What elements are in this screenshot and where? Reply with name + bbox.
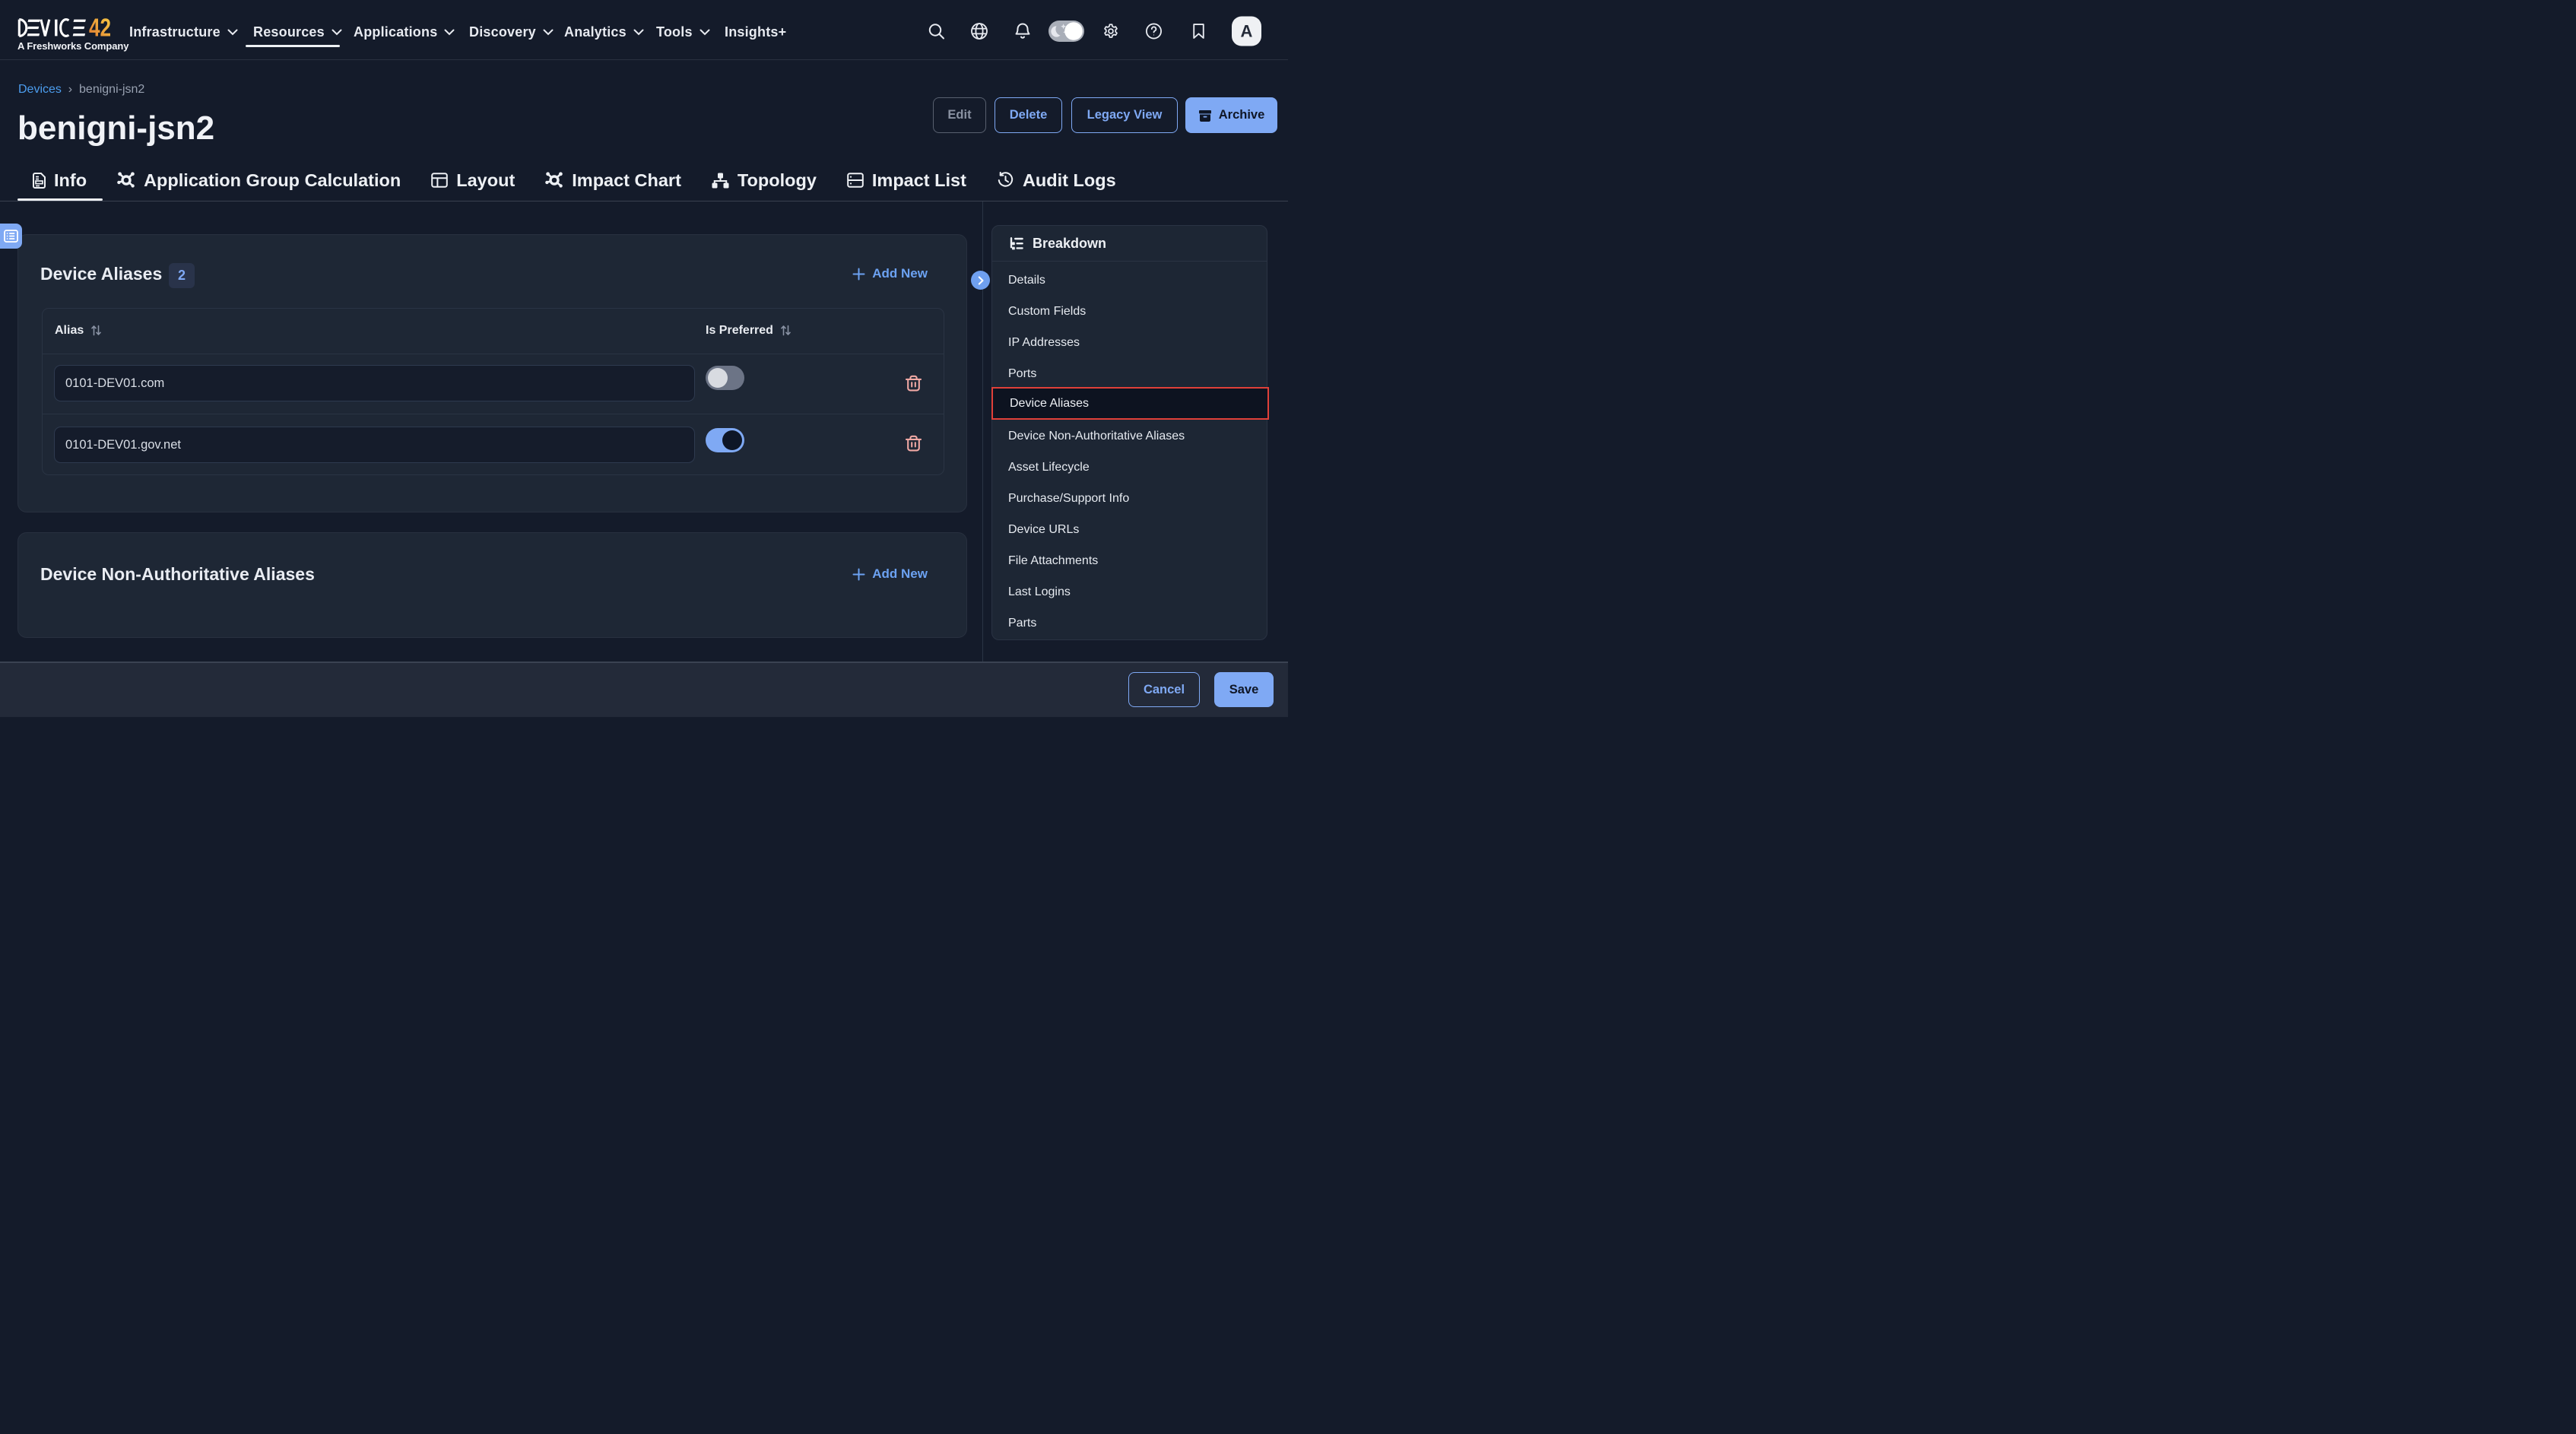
svg-text:A Freshworks Company: A Freshworks Company <box>17 40 129 52</box>
svg-text:42: 42 <box>89 18 111 42</box>
